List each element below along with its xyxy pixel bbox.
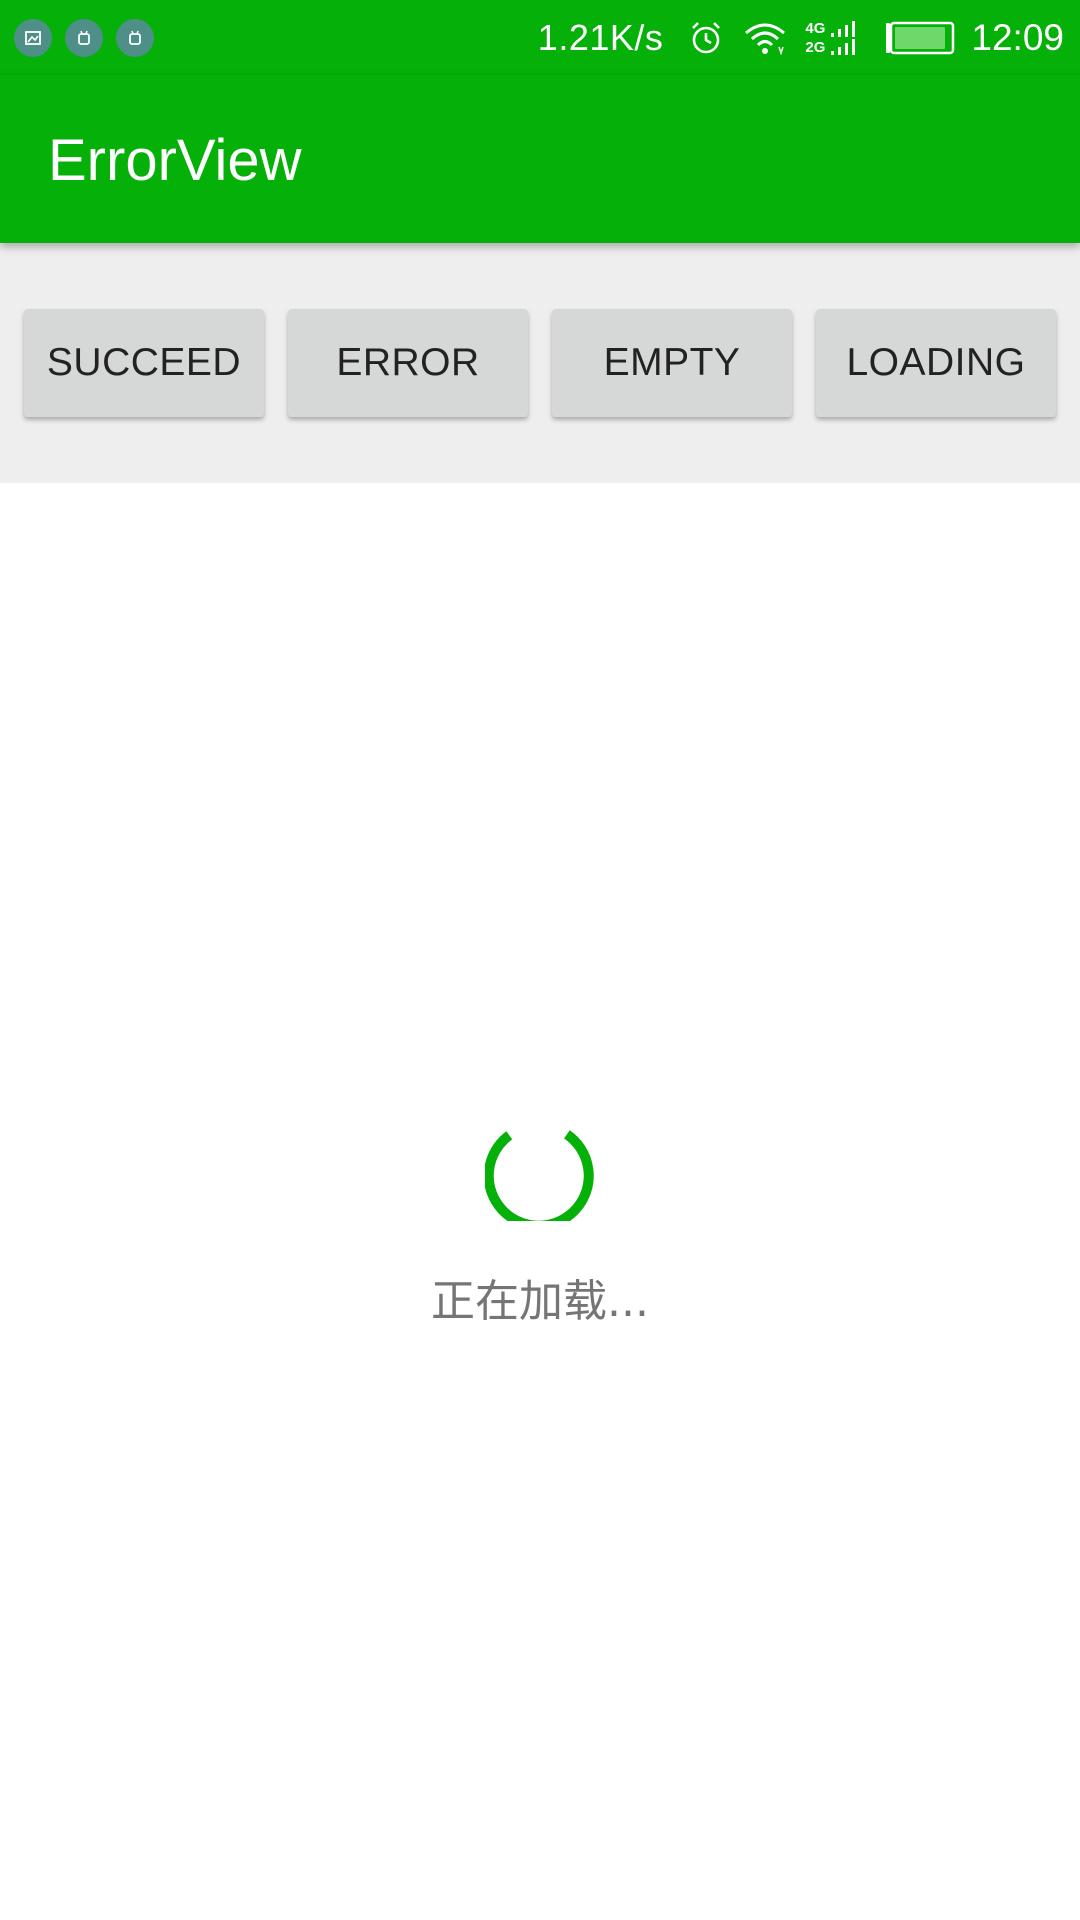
wifi-icon — [743, 19, 787, 57]
button-panel: SUCCEED ERROR EMPTY LOADING — [0, 243, 1080, 483]
clock: 12:09 — [971, 16, 1064, 58]
screenshot-icon — [14, 19, 52, 57]
loading-text: 正在加载... — [431, 1276, 649, 1327]
succeed-button[interactable]: SUCCEED — [24, 309, 264, 417]
app-title: ErrorView — [48, 128, 302, 193]
network-speed: 1.21K/s — [537, 16, 664, 58]
status-bar: 1.21K/s 4G 2G 12:09 — [0, 0, 1080, 75]
empty-button[interactable]: EMPTY — [552, 309, 792, 417]
app-bar: ErrorView — [0, 75, 1080, 243]
status-right: 1.21K/s 4G 2G 12:09 — [538, 0, 1064, 75]
error-button[interactable]: ERROR — [288, 309, 528, 417]
alarm-icon — [687, 19, 725, 57]
loading-button[interactable]: LOADING — [816, 309, 1056, 417]
android-icon — [65, 19, 103, 57]
network-type-4g: 4G — [805, 19, 826, 37]
battery-icon — [885, 21, 955, 55]
android-icon — [116, 19, 154, 57]
content-area: 正在加载... — [0, 483, 1080, 1920]
loading-spinner — [485, 1130, 594, 1221]
cellular-signal-icon: 4G 2G — [805, 19, 857, 57]
network-type-2g: 2G — [805, 38, 826, 56]
